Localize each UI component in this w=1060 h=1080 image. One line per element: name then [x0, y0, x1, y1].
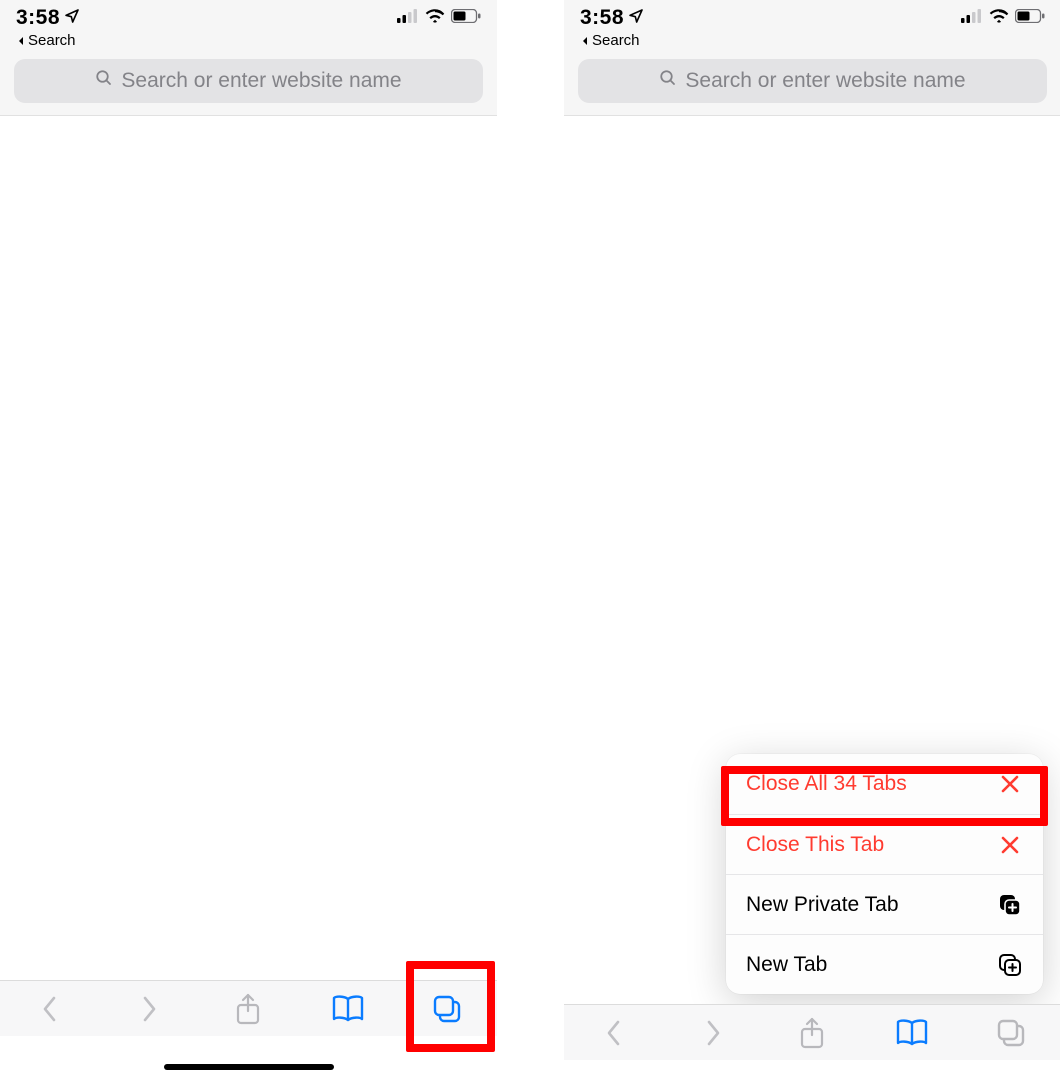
- tabs-button[interactable]: [427, 989, 467, 1029]
- time-label: 3:58: [16, 6, 60, 30]
- close-icon: [997, 832, 1023, 858]
- forward-button[interactable]: [693, 1013, 733, 1053]
- home-indicator: [164, 1064, 334, 1070]
- bottom-toolbar: [0, 980, 497, 1036]
- cell-signal-icon: [397, 9, 419, 28]
- share-button[interactable]: [228, 989, 268, 1029]
- chevron-left-icon: [41, 995, 59, 1023]
- menu-label: Close This Tab: [746, 833, 884, 857]
- location-arrow-icon: [64, 6, 80, 30]
- bottom-toolbar: [564, 1004, 1060, 1060]
- chevron-right-icon: [140, 995, 158, 1023]
- back-button[interactable]: [594, 1013, 634, 1053]
- tabs-icon: [996, 1018, 1026, 1048]
- close-icon: [997, 771, 1023, 797]
- chevron-left-icon: [605, 1019, 623, 1047]
- search-icon: [95, 69, 113, 93]
- chevron-left-small-icon: [16, 36, 26, 46]
- bookmarks-button[interactable]: [328, 989, 368, 1029]
- menu-new-private-tab[interactable]: New Private Tab: [726, 874, 1043, 934]
- phone-right: 3:58 Search Search or enter websi: [564, 0, 1060, 1060]
- status-bar: 3:58: [0, 0, 497, 53]
- chevron-right-icon: [704, 1019, 722, 1047]
- plus-on-square-icon: [997, 952, 1023, 978]
- breadcrumb-back[interactable]: Search: [16, 32, 481, 53]
- phone-left: 3:58: [0, 0, 497, 1080]
- menu-close-this-tab[interactable]: Close This Tab: [726, 814, 1043, 874]
- menu-label: New Tab: [746, 953, 827, 977]
- plus-on-square-filled-icon: [997, 892, 1023, 918]
- menu-label: Close All 34 Tabs: [746, 772, 907, 796]
- share-icon: [235, 993, 261, 1025]
- tabs-button[interactable]: [991, 1013, 1031, 1053]
- menu-close-all-tabs[interactable]: Close All 34 Tabs: [726, 754, 1043, 814]
- share-icon: [799, 1017, 825, 1049]
- tabs-context-menu: Close All 34 Tabs Close This Tab New Pri…: [726, 754, 1043, 994]
- book-icon: [895, 1019, 929, 1047]
- bookmarks-button[interactable]: [892, 1013, 932, 1053]
- address-search-field[interactable]: Search or enter website name: [14, 59, 483, 103]
- book-icon: [331, 995, 365, 1023]
- wifi-icon: [425, 9, 445, 28]
- battery-icon: [451, 9, 481, 28]
- menu-label: New Private Tab: [746, 893, 899, 917]
- search-placeholder: Search or enter website name: [121, 69, 401, 93]
- back-button[interactable]: [30, 989, 70, 1029]
- forward-button[interactable]: [129, 989, 169, 1029]
- breadcrumb-label: Search: [28, 32, 76, 49]
- menu-new-tab[interactable]: New Tab: [726, 934, 1043, 994]
- status-time: 3:58: [16, 6, 80, 30]
- tabs-icon: [432, 994, 462, 1024]
- share-button[interactable]: [792, 1013, 832, 1053]
